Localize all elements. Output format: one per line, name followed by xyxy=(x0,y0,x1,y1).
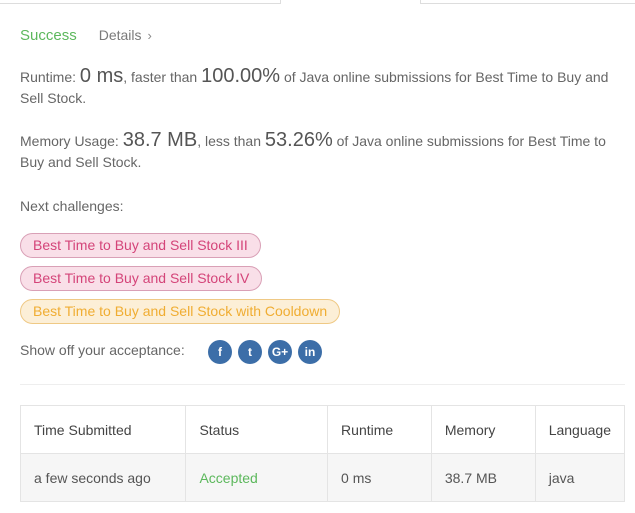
google-plus-icon[interactable]: G+ xyxy=(268,340,292,364)
chevron-right-icon: › xyxy=(147,28,152,43)
cell-language: java xyxy=(534,453,626,502)
tab-bar xyxy=(0,0,635,4)
table-row: a few seconds ago Accepted 0 ms 38.7 MB … xyxy=(19,453,626,502)
challenge-pill-stock-iii[interactable]: Best Time to Buy and Sell Stock III xyxy=(20,233,261,258)
twitter-icon[interactable]: t xyxy=(238,340,262,364)
details-label: Details xyxy=(98,27,142,43)
header-language[interactable]: Language xyxy=(534,405,626,454)
header-time-submitted[interactable]: Time Submitted xyxy=(19,405,187,454)
header-status[interactable]: Status xyxy=(185,405,329,454)
cell-memory: 38.7 MB xyxy=(430,453,536,502)
header-runtime[interactable]: Runtime xyxy=(327,405,432,454)
cell-time-submitted: a few seconds ago xyxy=(19,453,187,502)
runtime-summary: Runtime: 0 ms, faster than 100.00% of Ja… xyxy=(20,66,620,109)
tab-right[interactable] xyxy=(420,0,635,4)
memory-prefix: Memory Usage: xyxy=(20,133,123,149)
share-buttons: f t G+ in xyxy=(208,340,328,364)
linkedin-icon[interactable]: in xyxy=(298,340,322,364)
challenge-pill-stock-iv[interactable]: Best Time to Buy and Sell Stock IV xyxy=(20,266,263,291)
memory-summary: Memory Usage: 38.7 MB, less than 53.26% … xyxy=(20,130,620,173)
cell-runtime: 0 ms xyxy=(327,453,432,502)
memory-percent: 53.26% xyxy=(264,129,333,151)
memory-value: 38.7 MB xyxy=(122,129,198,151)
runtime-value: 0 ms xyxy=(79,65,124,87)
memory-mid: , less than xyxy=(197,133,265,149)
table-header-row: Time Submitted Status Runtime Memory Lan… xyxy=(19,405,626,454)
success-status: Success xyxy=(20,27,77,44)
runtime-prefix: Runtime: xyxy=(20,69,80,85)
next-challenges-label: Next challenges: xyxy=(20,198,124,214)
header-memory[interactable]: Memory xyxy=(430,405,536,454)
runtime-mid: , faster than xyxy=(123,69,202,85)
challenge-pill-stock-cooldown[interactable]: Best Time to Buy and Sell Stock with Coo… xyxy=(20,299,341,324)
facebook-icon[interactable]: f xyxy=(208,340,232,364)
cell-status: Accepted xyxy=(185,453,329,502)
tab-left[interactable] xyxy=(0,0,281,4)
runtime-percent: 100.00% xyxy=(201,65,281,87)
divider xyxy=(20,384,625,385)
details-link[interactable]: Details › xyxy=(99,27,152,43)
tab-active[interactable] xyxy=(281,0,419,3)
share-label: Show off your acceptance: xyxy=(20,342,185,358)
accepted-link[interactable]: Accepted xyxy=(199,470,257,486)
result-status-row: Success Details › xyxy=(20,27,152,44)
submissions-table: Time Submitted Status Runtime Memory Lan… xyxy=(19,405,626,502)
